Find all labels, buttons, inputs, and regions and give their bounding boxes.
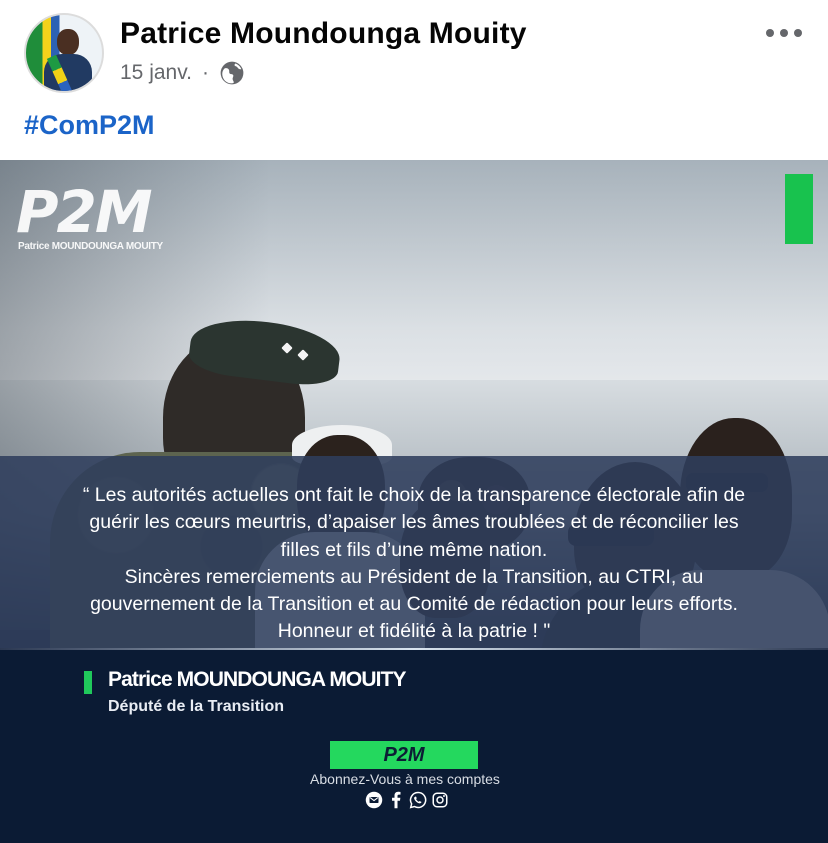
image-footer: Patrice MOUNDOUNGA MOUITY Député de la T…: [0, 650, 828, 843]
more-dot: [794, 29, 802, 37]
p2m-badge: P2M: [330, 741, 478, 769]
more-options-icon[interactable]: [766, 27, 802, 39]
email-icon: [365, 791, 383, 809]
logo-mark: P2M: [16, 178, 153, 246]
author-avatar[interactable]: [24, 13, 104, 93]
quote-overlay: “ Les autorités actuelles ont fait le ch…: [0, 456, 828, 650]
signature-role: Député de la Transition: [108, 698, 285, 715]
logo-subtitle: Patrice MOUNDOUNGA MOUITY: [18, 241, 163, 252]
globe-icon[interactable]: [219, 60, 245, 86]
post-image[interactable]: P2M Patrice MOUNDOUNGA MOUITY “ Les auto…: [0, 160, 828, 843]
signature-accent: [84, 671, 92, 694]
subscribe-text: Abonnez-Vous à mes comptes: [310, 771, 500, 787]
facebook-icon: [392, 791, 401, 809]
green-accent-tab: [785, 174, 813, 244]
post-header: Patrice Moundounga Mouity 15 janv. ·: [0, 0, 828, 100]
quote-text: “ Les autorités actuelles ont fait le ch…: [82, 484, 746, 643]
avatar-head: [57, 29, 79, 55]
signature-name: Patrice MOUNDOUNGA MOUITY: [108, 668, 406, 691]
post-date[interactable]: 15 janv.: [120, 61, 192, 85]
meta-separator: ·: [202, 61, 209, 84]
p2m-logo: P2M Patrice MOUNDOUNGA MOUITY: [16, 178, 176, 258]
more-dot: [780, 29, 788, 37]
author-name[interactable]: Patrice Moundounga Mouity: [120, 17, 527, 51]
whatsapp-icon: [409, 791, 427, 809]
post-meta: 15 janv. ·: [120, 60, 245, 86]
post-hashtag[interactable]: #ComP2M: [24, 110, 155, 141]
instagram-icon: [432, 792, 448, 808]
more-dot: [766, 29, 774, 37]
social-icons: [365, 790, 449, 810]
